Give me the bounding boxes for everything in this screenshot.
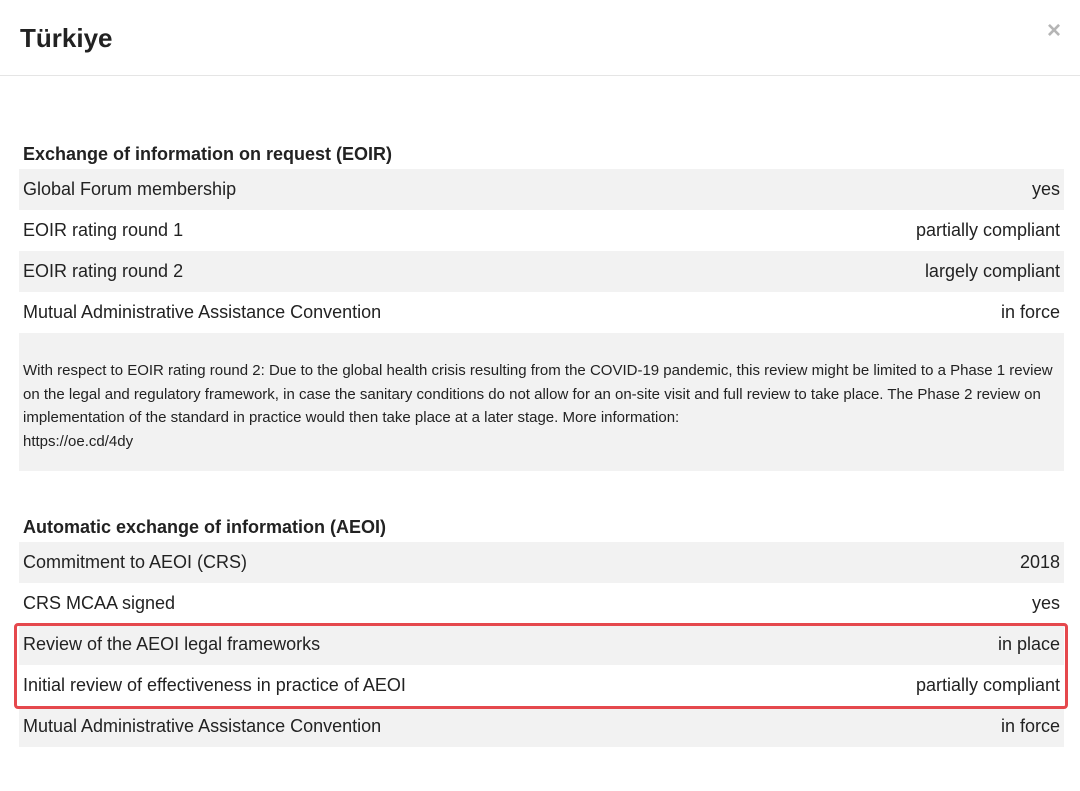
eoir-note: With respect to EOIR rating round 2: Due… — [19, 333, 1064, 471]
row-value: 2018 — [1019, 552, 1060, 572]
row-label: EOIR rating round 2 — [23, 261, 184, 281]
aeoi-row-effectiveness-review: Initial review of effectiveness in pract… — [19, 665, 1064, 706]
aeoi-section: Automatic exchange of information (AEOI)… — [19, 512, 1064, 747]
row-label: Mutual Administrative Assistance Convent… — [23, 716, 382, 736]
row-label: EOIR rating round 1 — [23, 220, 184, 240]
row-label: Mutual Administrative Assistance Convent… — [23, 302, 382, 322]
row-value: yes — [1031, 593, 1060, 613]
aeoi-row-mutual-admin-convention: Mutual Administrative Assistance Convent… — [19, 706, 1064, 747]
row-label: Global Forum membership — [23, 179, 237, 199]
eoir-section-title: Exchange of information on request (EOIR… — [23, 144, 393, 164]
aeoi-row-crs-mcaa-signed: CRS MCAA signed yes — [19, 583, 1064, 624]
eoir-row-rating-round-1: EOIR rating round 1 partially compliant — [19, 210, 1064, 251]
row-value: in force — [1000, 716, 1060, 736]
country-modal: Türkiye × Exchange of information on req… — [0, 0, 1080, 791]
aeoi-row-legal-frameworks-review: Review of the AEOI legal frameworks in p… — [19, 624, 1064, 665]
row-value: partially compliant — [915, 675, 1060, 695]
eoir-note-link[interactable]: https://oe.cd/4dy — [23, 433, 133, 450]
close-icon[interactable]: × — [1045, 19, 1063, 43]
row-value: in place — [997, 634, 1060, 654]
row-label: Review of the AEOI legal frameworks — [23, 634, 321, 654]
row-value: partially compliant — [915, 220, 1060, 240]
eoir-row-rating-round-2: EOIR rating round 2 largely compliant — [19, 251, 1064, 292]
aeoi-row-commitment-crs: Commitment to AEOI (CRS) 2018 — [19, 542, 1064, 583]
modal-header: Türkiye × — [0, 0, 1080, 76]
eoir-section: Exchange of information on request (EOIR… — [19, 139, 1064, 471]
row-label: Commitment to AEOI (CRS) — [23, 552, 248, 572]
row-label: CRS MCAA signed — [23, 593, 176, 613]
row-value: largely compliant — [924, 261, 1060, 281]
row-label: Initial review of effectiveness in pract… — [23, 675, 406, 695]
aeoi-section-title: Automatic exchange of information (AEOI) — [23, 517, 387, 537]
eoir-note-text: With respect to EOIR rating round 2: Due… — [23, 362, 1053, 426]
row-value: yes — [1031, 179, 1060, 199]
row-value: in force — [1000, 302, 1060, 322]
eoir-row-global-forum-membership: Global Forum membership yes — [19, 169, 1064, 210]
eoir-row-mutual-admin-convention: Mutual Administrative Assistance Convent… — [19, 292, 1064, 333]
modal-title: Türkiye — [20, 23, 113, 53]
